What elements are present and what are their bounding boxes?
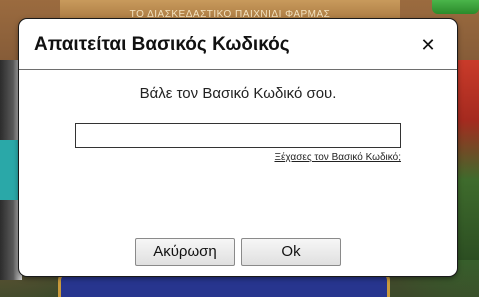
dialog-title: Απαιτείται Βασικός Κωδικός	[34, 34, 290, 55]
ok-button[interactable]: Ok	[241, 238, 341, 266]
forgot-code-link[interactable]: Ξέχασες τον Βασικό Κωδικό;	[274, 152, 401, 163]
cancel-button[interactable]: Ακύρωση	[135, 238, 235, 266]
close-icon[interactable]: ✕	[417, 34, 439, 56]
master-code-dialog: Απαιτείται Βασικός Κωδικός ✕ Βάλε τον Βα…	[19, 19, 457, 276]
right-character-image	[457, 60, 479, 260]
game-menu-button[interactable]	[432, 0, 479, 14]
dialog-header: Απαιτείται Βασικός Κωδικός ✕	[19, 19, 457, 70]
master-code-input[interactable]	[75, 123, 401, 148]
prompt-text: Βάλε τον Βασικό Κωδικό σου.	[139, 85, 337, 102]
